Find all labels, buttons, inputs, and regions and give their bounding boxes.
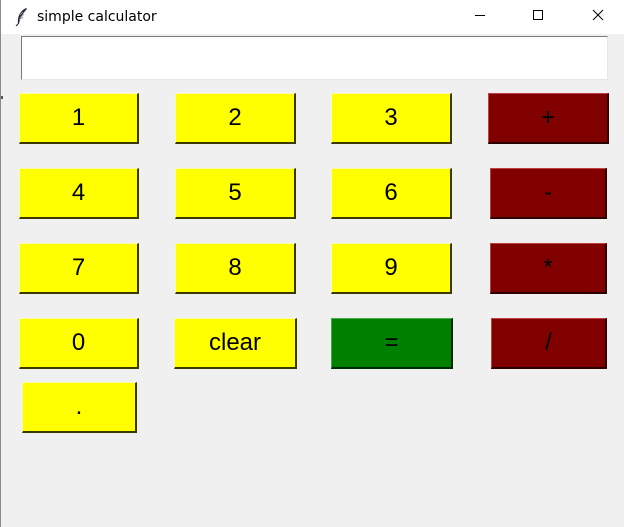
key-8-button[interactable]: 8 <box>175 243 296 294</box>
maximize-button[interactable] <box>515 0 561 34</box>
window-edge-mark <box>1 96 3 99</box>
key-4-button[interactable]: 4 <box>19 168 139 219</box>
window-title: simple calculator <box>37 9 157 25</box>
key-3-button[interactable]: 3 <box>331 93 452 144</box>
minimize-button[interactable] <box>457 0 503 34</box>
calculator-window: simple calculator 1 2 3 + 4 5 6 - 7 8 9 … <box>0 0 624 527</box>
clear-button[interactable]: clear <box>174 318 297 369</box>
decimal-button[interactable]: . <box>22 382 137 433</box>
key-1-button[interactable]: 1 <box>19 93 139 144</box>
multiply-button[interactable]: * <box>490 243 607 294</box>
add-button[interactable]: + <box>488 93 609 144</box>
close-button[interactable] <box>575 0 621 34</box>
maximize-icon <box>532 8 544 26</box>
key-6-button[interactable]: 6 <box>331 168 452 219</box>
minimize-icon <box>474 8 486 26</box>
close-icon <box>592 8 604 26</box>
key-7-button[interactable]: 7 <box>19 243 139 294</box>
key-2-button[interactable]: 2 <box>175 93 296 144</box>
key-5-button[interactable]: 5 <box>175 168 296 219</box>
subtract-button[interactable]: - <box>490 168 607 219</box>
key-0-button[interactable]: 0 <box>19 318 139 369</box>
divide-button[interactable]: / <box>491 318 607 369</box>
feather-icon <box>14 7 30 27</box>
equals-button[interactable]: = <box>331 318 453 369</box>
title-bar[interactable]: simple calculator <box>1 0 624 34</box>
display-field[interactable] <box>21 36 608 80</box>
key-9-button[interactable]: 9 <box>331 243 452 294</box>
